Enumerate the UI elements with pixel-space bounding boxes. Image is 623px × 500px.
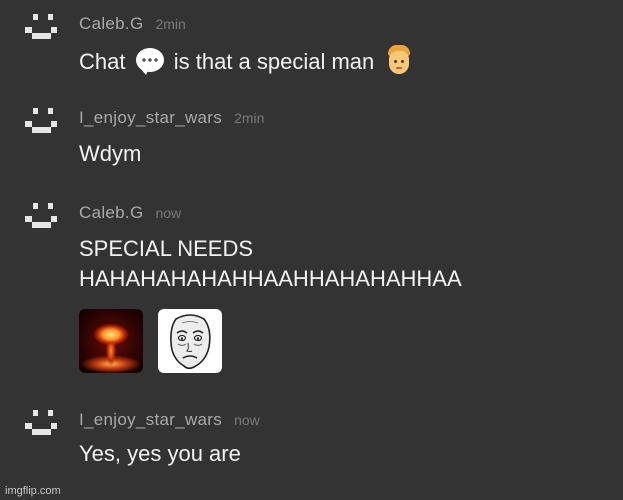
message-text: Chat is that a special man <box>79 45 412 76</box>
username[interactable]: Caleb.G <box>79 14 143 33</box>
message-text: Wdym <box>79 141 142 166</box>
timestamp: now <box>155 205 182 221</box>
username[interactable]: I_enjoy_star_wars <box>79 108 222 127</box>
message-text-part: is that a special man <box>173 49 375 74</box>
avatar[interactable] <box>25 410 57 446</box>
blond-man-face-icon <box>386 45 412 75</box>
message-text-line: HAHAHAHAHAHHAAHHAHAHAHHAA <box>79 266 462 291</box>
avatar[interactable] <box>25 203 57 239</box>
username[interactable]: Caleb.G <box>79 203 143 222</box>
message-header: I_enjoy_star_wars now <box>79 410 260 430</box>
message-text: Yes, yes you are <box>79 441 241 466</box>
nuclear-explosion-image[interactable] <box>79 309 143 373</box>
message-header: Caleb.G 2min <box>79 14 186 34</box>
message-text-line: SPECIAL NEEDS <box>79 236 254 261</box>
watermark: imgflip.com <box>5 485 61 497</box>
message-text-part: Chat <box>79 49 126 74</box>
message-header: Caleb.G now <box>79 203 181 223</box>
timestamp: 2min <box>234 110 265 126</box>
avatar[interactable] <box>25 108 57 144</box>
timestamp: now <box>234 412 260 428</box>
username[interactable]: I_enjoy_star_wars <box>79 410 222 429</box>
timestamp: 2min <box>155 16 186 32</box>
okay-face-meme-image[interactable] <box>158 309 222 373</box>
message-header: I_enjoy_star_wars 2min <box>79 108 264 128</box>
speech-bubble-icon <box>135 48 164 75</box>
avatar[interactable] <box>25 14 57 50</box>
